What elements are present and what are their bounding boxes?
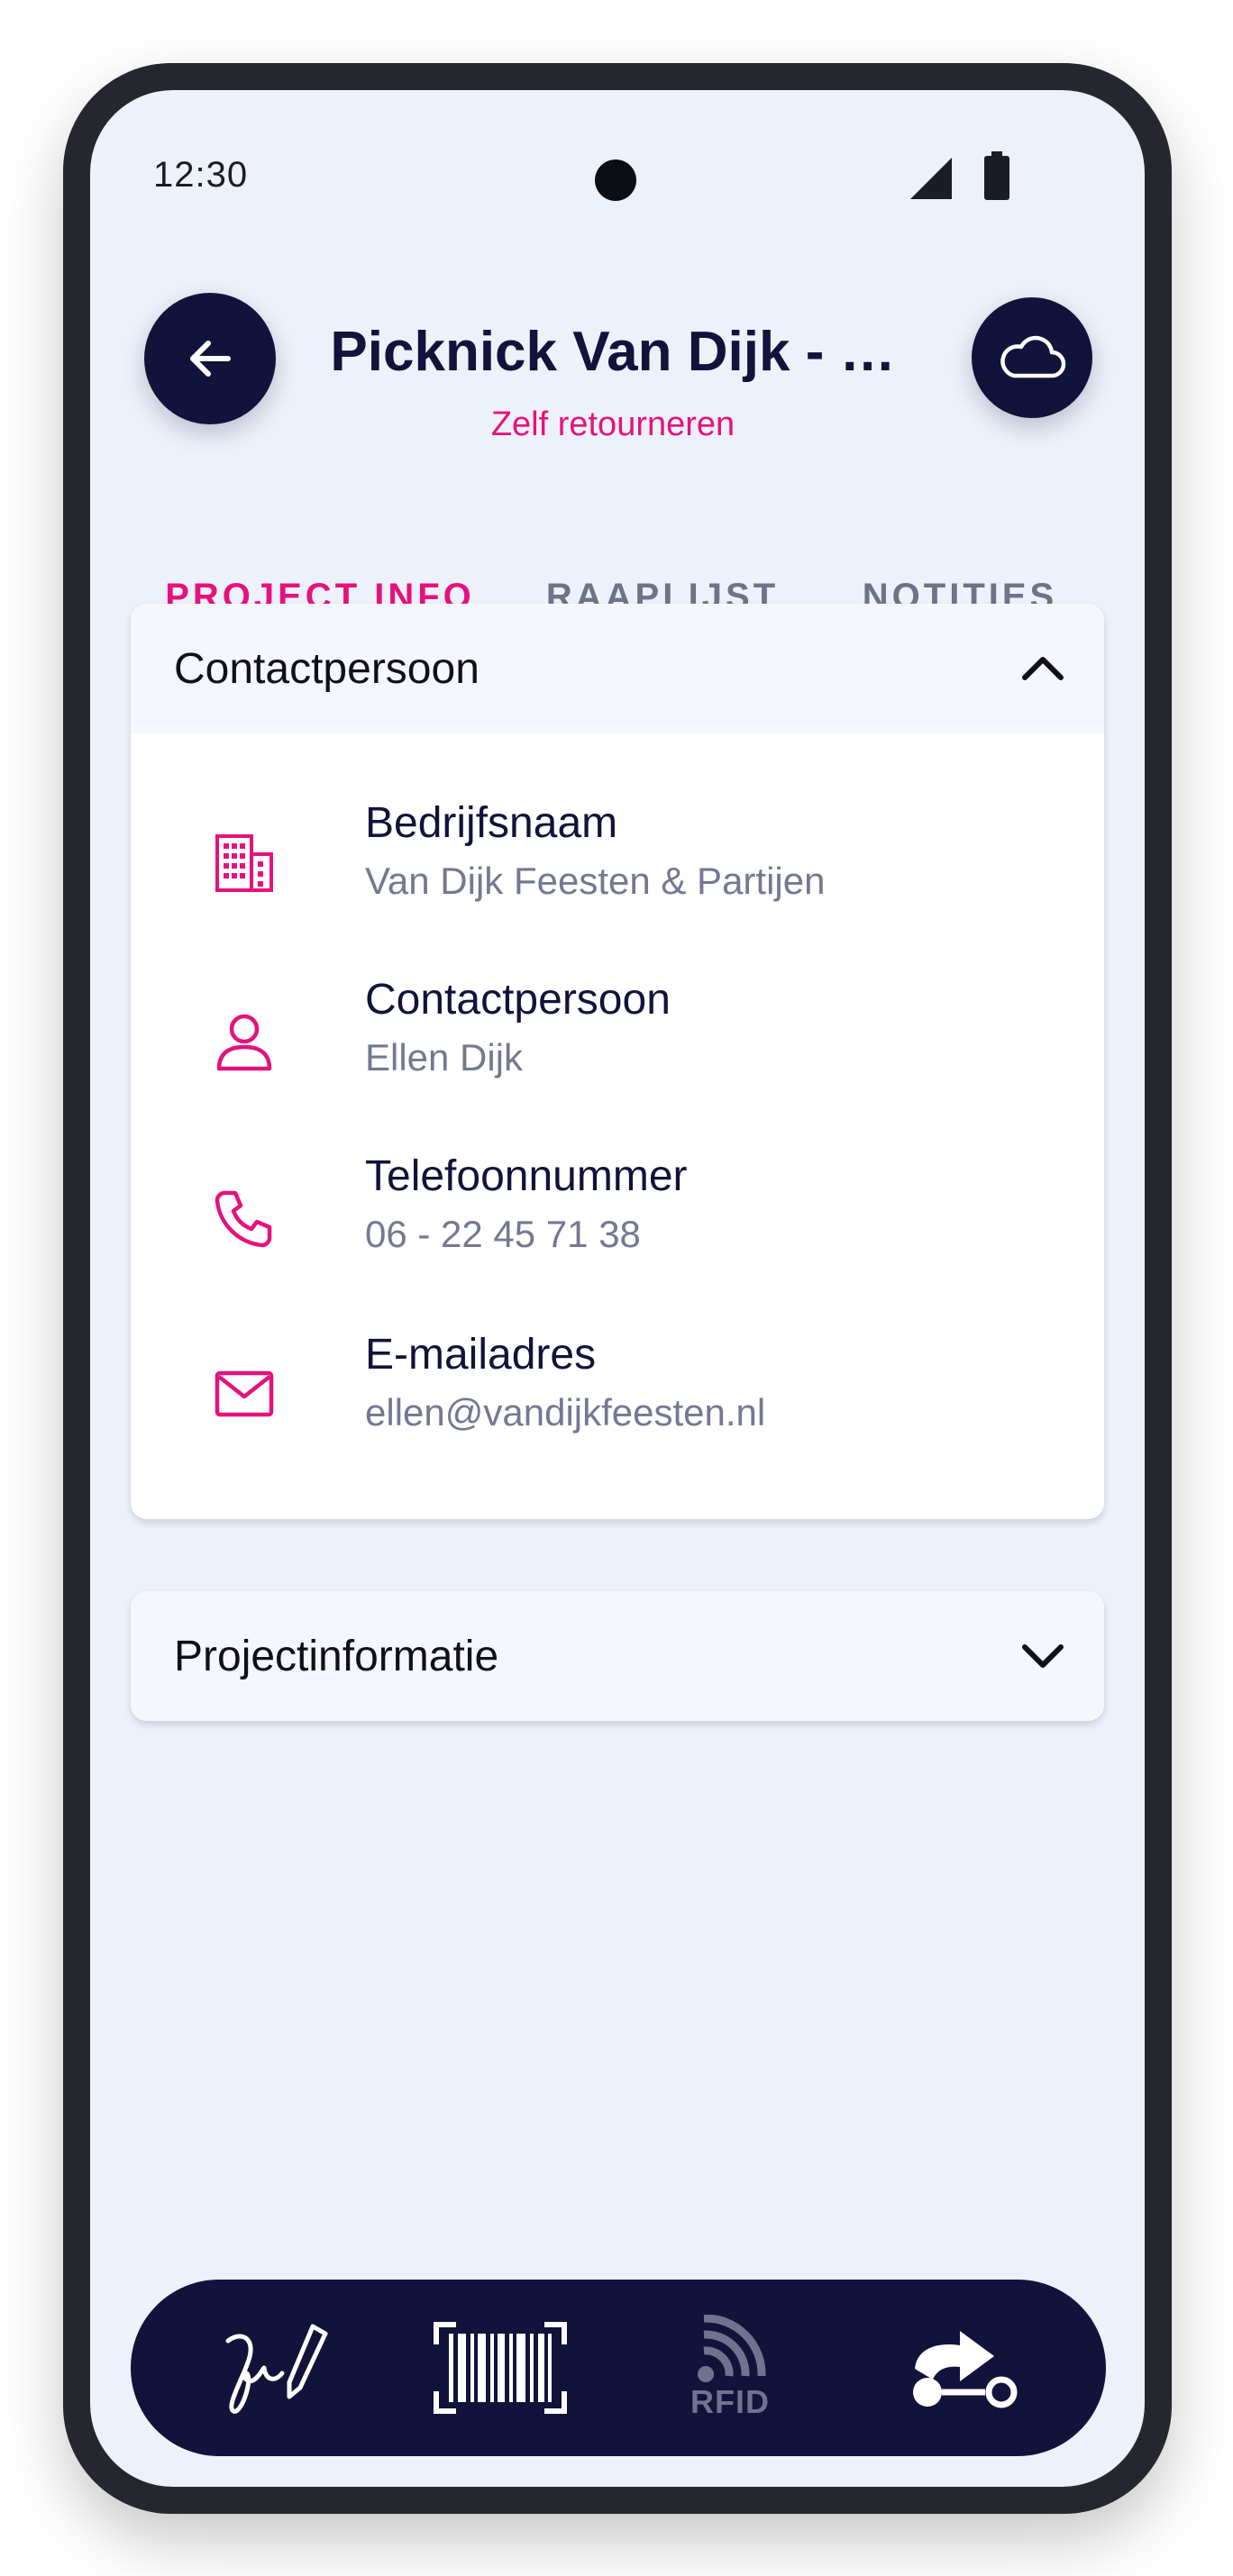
contact-card: Contactpersoon Bedrijfsnaam Van Dijk Fee…: [131, 604, 1104, 1519]
chevron-up-icon[interactable]: [1018, 643, 1068, 694]
phone-value[interactable]: 06 - 22 45 71 38: [365, 1213, 641, 1256]
nav-route-button[interactable]: [879, 2280, 1050, 2456]
contact-row-company: Bedrijfsnaam Van Dijk Feesten & Partijen: [131, 798, 1104, 942]
status-time: 12:30: [153, 155, 249, 195]
project-info-card-header[interactable]: Projectinformatie: [131, 1591, 1104, 1721]
back-button[interactable]: [144, 293, 276, 424]
camera-cutout: [595, 159, 636, 201]
arrow-left-icon: [190, 341, 231, 377]
contact-row-phone[interactable]: Telefoonnummer 06 - 22 45 71 38: [131, 1151, 1104, 1296]
contact-row-person: Contactpersoon Ellen Dijk: [131, 975, 1104, 1119]
company-label: Bedrijfsnaam: [365, 799, 618, 847]
building-icon: [215, 834, 273, 892]
signature-icon: [225, 2324, 328, 2414]
barcode-icon: [434, 2322, 567, 2414]
contact-card-header[interactable]: Contactpersoon: [131, 604, 1104, 733]
company-value: Van Dijk Feesten & Partijen: [365, 860, 826, 902]
phone-icon: [215, 1190, 272, 1248]
route-icon: [913, 2331, 1018, 2408]
rfid-label: RFID: [690, 2383, 770, 2420]
signal-icon: [910, 158, 952, 199]
email-value[interactable]: ellen@vandijkfeesten.nl: [365, 1391, 765, 1434]
nav-barcode-scan-button[interactable]: [419, 2280, 581, 2456]
nav-rfid-button[interactable]: RFID: [649, 2280, 811, 2456]
contact-person-label: Contactpersoon: [365, 976, 671, 1024]
bottom-navigation: RFID: [131, 2280, 1106, 2456]
phone-label: Telefoonnummer: [365, 1152, 688, 1200]
rfid-icon: [698, 2315, 766, 2382]
contact-card-title: Contactpersoon: [174, 644, 480, 693]
page-subtitle: Zelf retourneren: [490, 405, 735, 443]
page-title: Picknick Van Dijk - …: [330, 321, 896, 383]
project-info-card[interactable]: Projectinformatie: [131, 1591, 1104, 1721]
cloud-sync-button[interactable]: [972, 297, 1092, 418]
phone-frame: 12:30 Picknick Van Dijk - … Zelf retourn…: [63, 63, 1172, 2514]
chevron-down-icon[interactable]: [1018, 1631, 1068, 1681]
cloud-icon: [1000, 335, 1066, 378]
contact-person-value: Ellen Dijk: [365, 1036, 524, 1079]
email-label: E-mailadres: [365, 1331, 597, 1379]
mail-icon: [215, 1370, 274, 1417]
contact-row-email[interactable]: E-mailadres ellen@vandijkfeesten.nl: [131, 1330, 1104, 1474]
person-icon: [216, 1014, 272, 1071]
battery-icon: [984, 151, 1009, 200]
nav-signature-button[interactable]: [194, 2280, 356, 2456]
project-info-card-title: Projectinformatie: [174, 1632, 499, 1680]
app-screen: 12:30 Picknick Van Dijk - … Zelf retourn…: [90, 90, 1145, 2487]
